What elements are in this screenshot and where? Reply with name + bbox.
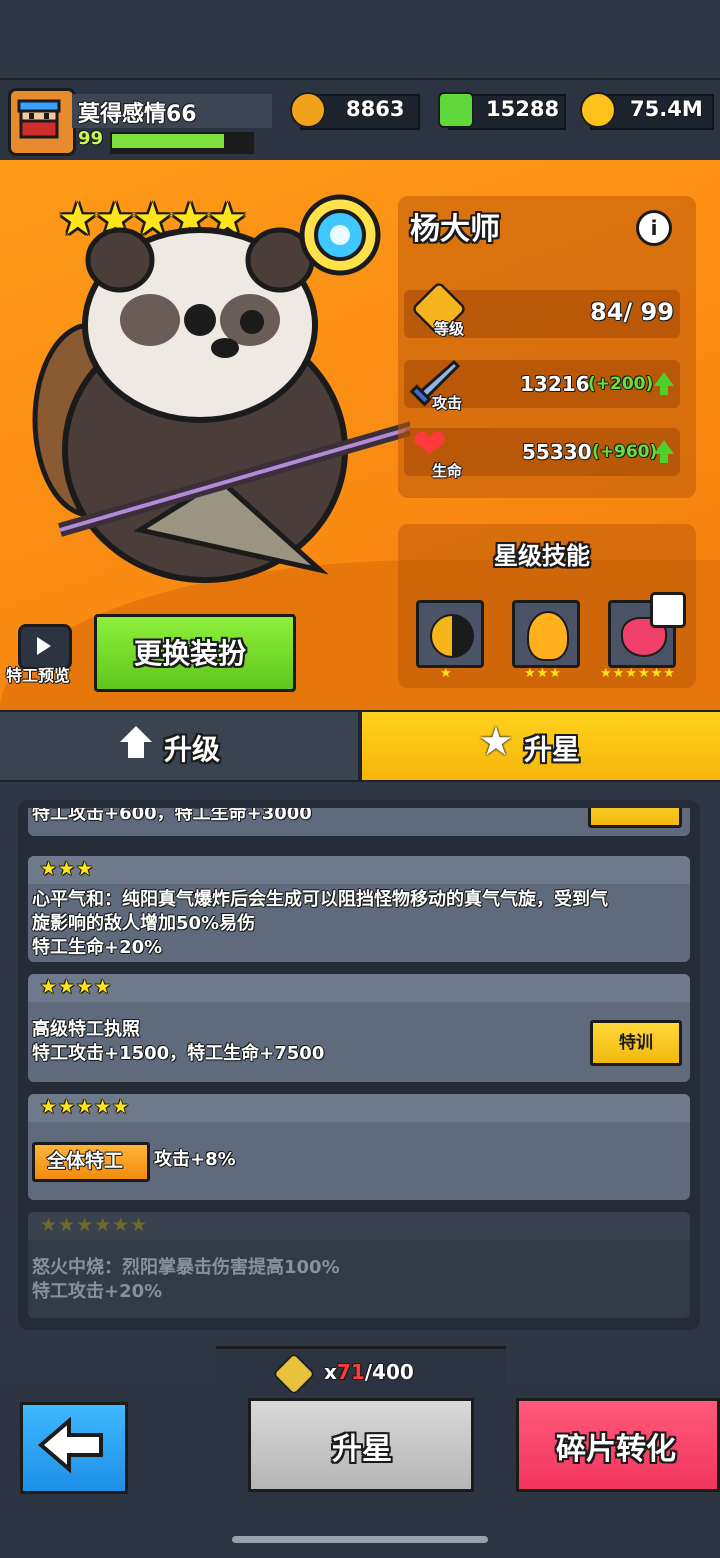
attack-up-arrow-stem (660, 385, 668, 395)
star-card-3-line-1: 心平气和：纯阳真气爆炸后会生成可以阻挡怪物移动的真气气旋，受到气 (32, 889, 608, 910)
hero-name: 杨大师 (410, 212, 500, 247)
coin-value: 75.4M (630, 97, 703, 121)
star-card-4: ★★★★ 高级特工执照 特工攻击+1500，特工生命+7500 特训 (28, 974, 690, 1082)
star-card-6-locked: ★★★★★★ 怒火中烧：烈阳掌暴击伤害提高100% 特工攻击+20% (28, 1212, 690, 1318)
back-arrow-icon (37, 1416, 103, 1474)
attack-bonus: (+200) (588, 374, 654, 394)
shard-cost-current: 71 (336, 1360, 365, 1384)
star-card-5-line-1: 攻击+8% (154, 1149, 236, 1170)
shard-convert-label: 碎片转化 (556, 1432, 676, 1467)
hp-label: 生命 (432, 462, 463, 480)
skill-1-stars: ★ (440, 666, 453, 681)
up-arrow-icon (120, 726, 152, 742)
fire-spirit-icon (527, 611, 569, 661)
shard-cost: x71/400 (324, 1360, 414, 1384)
yin-yang-icon (430, 614, 474, 658)
star-card-6-line-2: 特工攻击+20% (32, 1281, 163, 1302)
skill-slot-1[interactable] (416, 600, 484, 668)
shard-cost-prefix: x (324, 1360, 337, 1384)
ninja-avatar-icon (17, 99, 61, 139)
player-avatar[interactable] (8, 88, 76, 156)
hp-up-arrow-stem (660, 453, 668, 463)
star-skill-title: 星级技能 (494, 542, 590, 570)
skill-slot-2[interactable] (512, 600, 580, 668)
green-gem-plus-icon[interactable] (438, 92, 474, 128)
star-card-4-line-2: 特工攻击+1500，特工生命+7500 (32, 1043, 325, 1064)
skill-2-stars: ★★★ (524, 666, 562, 681)
partial-card-button (588, 808, 682, 828)
attack-value: 13216 (520, 372, 590, 396)
attack-label: 攻击 (432, 394, 463, 412)
star-card-6-line-1: 怒火中烧：烈阳掌暴击伤害提高100% (32, 1257, 340, 1278)
gold-coin-plus-icon[interactable] (580, 92, 616, 128)
tab-upgrade-label: 升级 (164, 733, 221, 766)
energy-value: 8863 (346, 97, 405, 121)
hp-value: 55330 (522, 440, 592, 464)
home-indicator[interactable] (232, 1536, 488, 1543)
all-agents-tag: 全体特工 (32, 1142, 150, 1182)
hero-panda-sprite (32, 194, 410, 583)
all-agents-tag-label: 全体特工 (47, 1150, 124, 1172)
player-name: 莫得感情66 (78, 102, 197, 127)
back-button[interactable] (20, 1402, 128, 1494)
gem-value: 15288 (486, 97, 560, 121)
level-value: 84/ 99 (590, 298, 674, 326)
player-level: 99 (78, 128, 104, 149)
xp-bar-fill (112, 134, 224, 148)
star-card-5: ★★★★★ 全体特工 攻击+8% (28, 1094, 690, 1200)
star-card-6-stars: ★★★★★★ (40, 1214, 149, 1236)
hp-up-arrow-icon (654, 440, 674, 454)
star-card-3-line-2: 旋影响的敌人增加50%易伤 (32, 913, 256, 934)
partial-card-text: 特工攻击+600，特工生命+3000 (32, 808, 312, 824)
star-outline-icon: ★ (478, 719, 514, 765)
shard-cost-total: /400 (364, 1360, 414, 1384)
star-card-4-line-1: 高级特工执照 (32, 1019, 140, 1040)
star-card-3-stars: ★★★ (40, 858, 95, 880)
star-up-button-label: 升星 (332, 1432, 392, 1467)
star-card-3: ★★★ 心平气和：纯阳真气爆炸后会生成可以阻挡怪物移动的真气气旋，受到气 旋影响… (28, 856, 690, 962)
up-arrow-stem (128, 742, 144, 758)
energy-drop-icon (290, 92, 326, 128)
info-icon[interactable]: i (636, 210, 672, 246)
star-card-4-stars: ★★★★ (40, 976, 113, 998)
train-button[interactable]: 特训 (590, 1020, 682, 1066)
lock-icon (650, 592, 686, 628)
star-card-3-line-3: 特工生命+20% (32, 937, 163, 958)
skill-3-stars: ★★★★★★ (600, 666, 676, 681)
star-card-5-stars: ★★★★★ (40, 1096, 131, 1118)
attack-up-arrow-icon (654, 372, 674, 386)
agent-preview-label[interactable]: 特工预览 (6, 662, 70, 686)
star-card-header (28, 856, 690, 884)
level-label: 等级 (434, 320, 465, 338)
change-outfit-label: 更换装扮 (134, 637, 247, 670)
partial-card: 特工攻击+600，特工生命+3000 (28, 808, 690, 836)
star-card-header (28, 974, 690, 1002)
hp-bonus: (+960) (592, 442, 658, 462)
tab-star-up-label: 升星 (524, 733, 581, 766)
